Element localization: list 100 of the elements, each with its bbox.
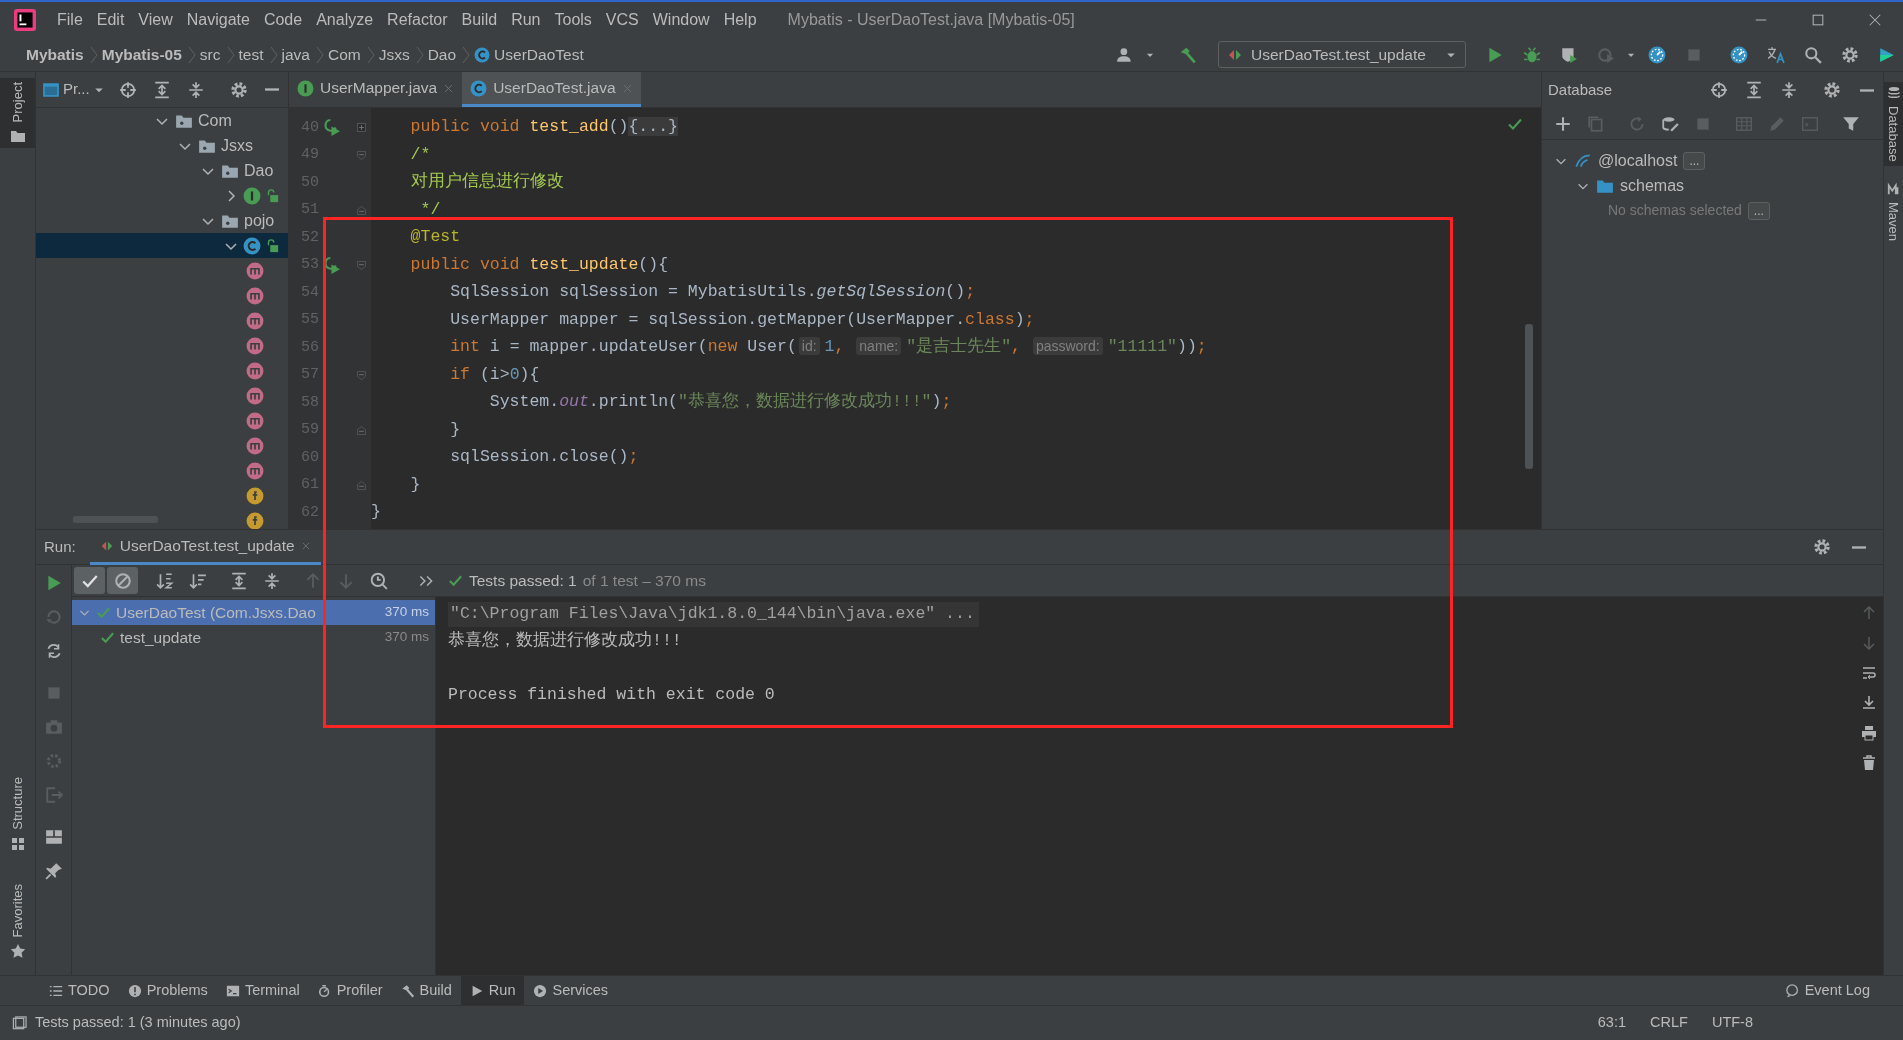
menu-item[interactable]: VCS <box>598 6 646 34</box>
test-item[interactable]: UserDaoTest (Com.Jsxs.Dao 370 ms <box>72 600 435 625</box>
scroll-to-end-icon[interactable] <box>1861 695 1877 711</box>
snapshot-icon <box>44 718 63 736</box>
fold-start-icon[interactable] <box>354 148 368 162</box>
menu-item[interactable]: Edit <box>89 6 132 34</box>
breadcrumb[interactable]: java <box>277 42 314 67</box>
breadcrumb[interactable]: Com <box>323 42 365 67</box>
close-icon[interactable] <box>443 82 455 94</box>
test-item[interactable]: test_update 370 ms <box>72 625 435 650</box>
menu-item[interactable]: View <box>131 6 180 34</box>
close-icon[interactable] <box>300 540 311 551</box>
tree-label[interactable]: @localhost <box>1598 148 1678 173</box>
layout-toggle-icon[interactable] <box>12 1015 27 1031</box>
lock-icon <box>265 188 279 203</box>
breadcrumb[interactable]: src <box>195 42 225 67</box>
menu-item[interactable]: Refactor <box>380 6 455 34</box>
menu-item[interactable]: Tools <box>547 6 599 34</box>
down-icon[interactable] <box>1861 635 1877 651</box>
view-selector[interactable]: Pr... <box>42 78 105 101</box>
up-icon[interactable] <box>1861 605 1877 621</box>
tree-item[interactable]: pojo <box>36 208 288 233</box>
settings-icon <box>229 80 248 99</box>
tree-item[interactable]: Jsxs <box>36 133 288 158</box>
code-line: if (i>0){ <box>449 363 540 386</box>
side-tab[interactable]: Maven <box>1884 177 1903 245</box>
clear-icon[interactable] <box>1861 755 1877 771</box>
check-icon <box>96 605 111 620</box>
breadcrumb[interactable]: Dao <box>423 42 461 67</box>
tool-window-tab[interactable]: Terminal <box>216 975 309 1006</box>
menu-item[interactable]: Navigate <box>179 6 257 34</box>
more-button[interactable]: ... <box>1683 151 1706 170</box>
side-tab[interactable]: Favorites <box>0 879 35 963</box>
ignored-filter-button[interactable] <box>107 567 138 594</box>
project-icon <box>9 128 26 145</box>
code-line: } <box>371 501 381 524</box>
run-icon[interactable] <box>323 256 341 274</box>
fold-end-icon[interactable] <box>354 423 368 437</box>
fold-end-icon[interactable] <box>354 203 368 217</box>
menu-item[interactable]: Code <box>256 6 310 34</box>
field-icon <box>246 486 264 505</box>
menu-item[interactable]: Analyze <box>309 6 381 34</box>
tool-window-tab[interactable]: Profiler <box>308 975 392 1006</box>
breadcrumb[interactable]: Mybatis-05 <box>97 42 186 67</box>
maven-icon <box>1886 181 1901 196</box>
fold-start-icon[interactable] <box>354 368 368 382</box>
scrollbar[interactable] <box>1525 324 1533 469</box>
filter-icon <box>1841 114 1860 133</box>
code-line: /* <box>409 143 431 166</box>
test-session-tab[interactable]: UserDaoTest.test_update <box>89 529 321 565</box>
code-line: public void test_add(){...} <box>409 116 678 139</box>
check-icon <box>100 630 115 645</box>
breadcrumb[interactable]: UserDaoTest <box>470 42 588 67</box>
breadcrumb[interactable]: Jsxs <box>374 42 414 67</box>
more-button[interactable]: ... <box>1747 201 1770 220</box>
fold-start-icon[interactable] <box>354 258 368 272</box>
code-line: UserMapper mapper = sqlSession.getMapper(UserMapper.class); <box>449 308 1035 331</box>
fold-plus-icon[interactable] <box>354 121 368 135</box>
tool-window-tab[interactable]: Event Log <box>1776 975 1879 1006</box>
side-tab[interactable]: Structure <box>0 772 35 856</box>
properties-icon <box>1660 114 1679 133</box>
tree-item[interactable] <box>36 233 288 258</box>
tool-window-tab[interactable]: TODO <box>40 975 119 1006</box>
method-icon <box>246 361 264 380</box>
window-title: Mybatis - UserDaoTest.java [Mybatis-05] <box>787 10 1075 30</box>
side-tab[interactable]: Database <box>1884 82 1903 166</box>
run-configuration-select[interactable]: UserDaoTest.test_update <box>1218 41 1466 68</box>
settings-icon <box>1812 538 1831 556</box>
side-tab[interactable]: Project <box>0 78 35 149</box>
editor-tab[interactable]: UserMapper.java <box>289 72 463 107</box>
inspection-ok-icon[interactable] <box>1507 116 1523 132</box>
menu-item[interactable]: File <box>50 6 90 34</box>
breadcrumb[interactable]: test <box>234 42 268 67</box>
tree-item[interactable]: Dao <box>36 158 288 183</box>
menu-item[interactable]: Window <box>645 6 717 34</box>
rerun-failed-icon <box>44 608 63 626</box>
tree-label[interactable]: schemas <box>1620 173 1685 198</box>
menu-item[interactable]: Build <box>454 6 505 34</box>
settings-icon <box>1840 45 1859 64</box>
editor-tab[interactable]: UserDaoTest.java <box>462 72 641 107</box>
file-encoding[interactable]: UTF-8 <box>1711 1012 1753 1034</box>
ignored-filter-icon <box>113 571 132 590</box>
console-icon <box>1800 114 1819 133</box>
tool-window-tab[interactable]: Build <box>391 975 461 1006</box>
tool-window-tab[interactable]: Services <box>524 975 618 1006</box>
breadcrumb[interactable]: Mybatis <box>22 42 88 67</box>
menu-item[interactable]: Run <box>504 6 548 34</box>
code-line: int i = mapper.updateUser(new User( id: 1, name: "是吉士先生", password: "11111")); <box>449 336 1207 359</box>
tool-window-tab[interactable]: Problems <box>118 975 217 1006</box>
line-separator[interactable]: CRLF <box>1650 1012 1688 1034</box>
tool-window-tab[interactable]: Run <box>460 975 525 1006</box>
menu-item[interactable]: Help <box>716 6 764 34</box>
tree-item[interactable]: Com <box>36 108 288 133</box>
run-icon[interactable] <box>323 119 341 137</box>
soft-wrap-icon[interactable] <box>1861 665 1877 681</box>
fold-end-icon[interactable] <box>354 478 368 492</box>
search-icon <box>1803 45 1822 64</box>
caret-position[interactable]: 63:1 <box>1597 1012 1627 1034</box>
passed-filter-button[interactable] <box>74 567 105 594</box>
print-icon[interactable] <box>1861 725 1877 741</box>
